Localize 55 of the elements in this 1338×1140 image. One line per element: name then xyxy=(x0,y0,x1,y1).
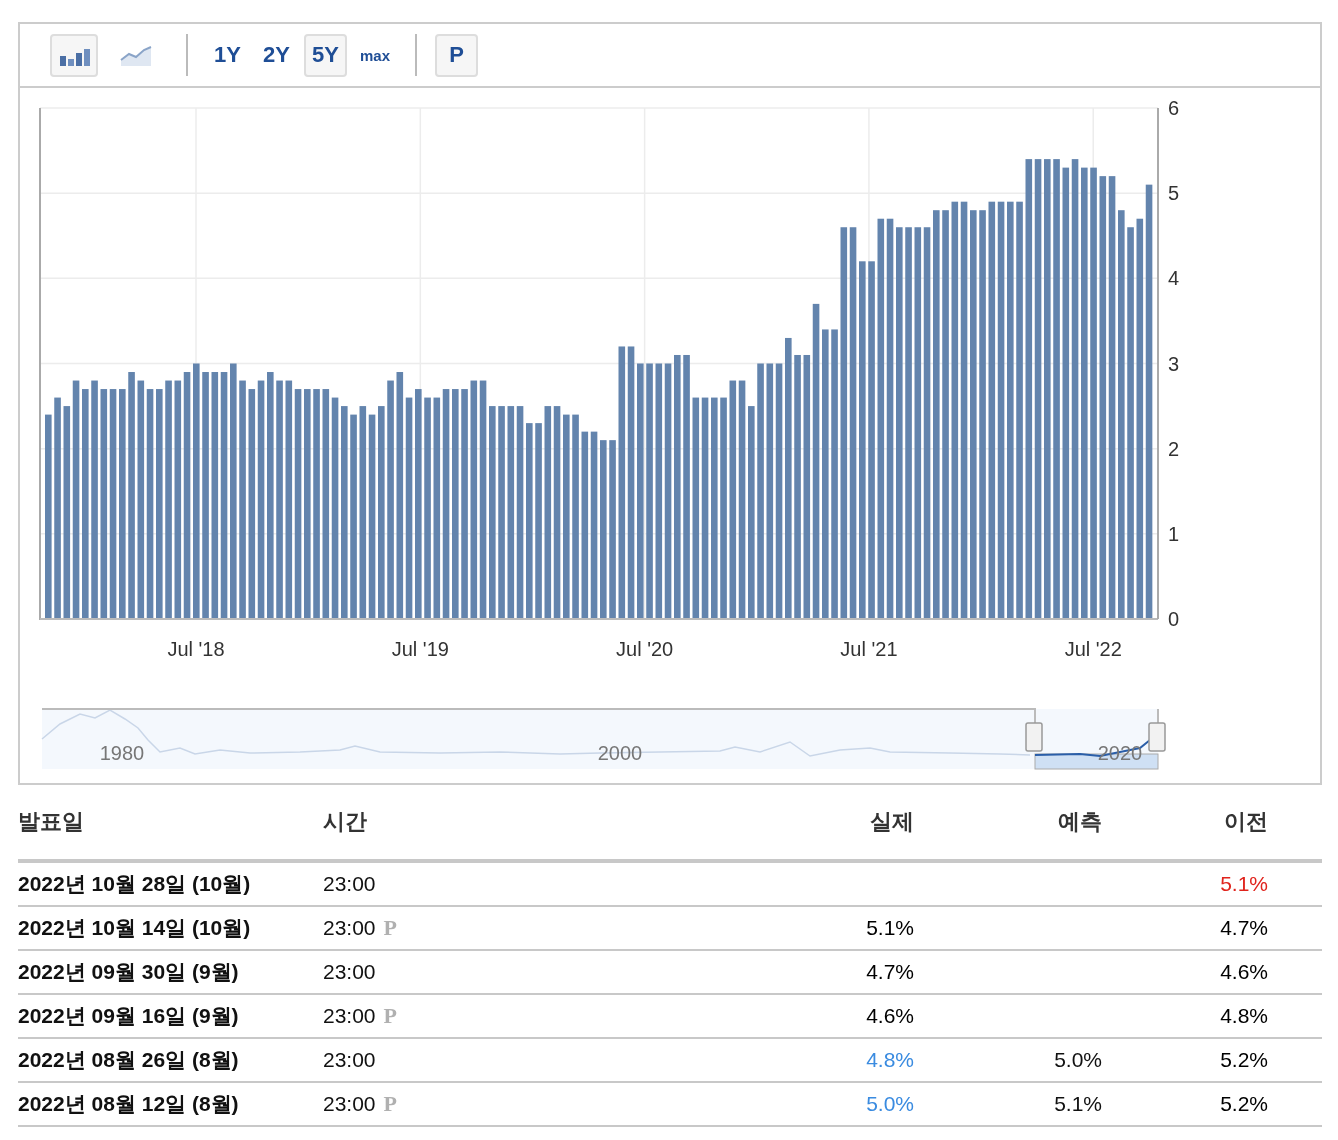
preliminary-mark: P xyxy=(383,915,397,941)
release-time: 23:00 xyxy=(323,960,376,984)
navigator-year-label: 2000 xyxy=(597,742,643,764)
release-time: 23:00 xyxy=(323,1092,376,1116)
release-date: 2022년 08월 12일 (8월) xyxy=(18,1091,240,1117)
preliminary-toggle[interactable]: P xyxy=(435,33,479,77)
actual-value: 4.8% xyxy=(866,1048,914,1072)
column-header: 실제 xyxy=(870,808,914,836)
x-axis-label: Jul '21 xyxy=(840,638,898,660)
range-handle[interactable] xyxy=(1148,722,1166,752)
previous-value: 5.2% xyxy=(1220,1092,1268,1116)
x-axis-label: Jul '18 xyxy=(167,638,225,660)
release-time: 23:00 xyxy=(323,1004,376,1028)
y-axis-label: 3 xyxy=(1168,352,1180,375)
release-date: 2022년 09월 16일 (9월) xyxy=(18,1003,240,1029)
release-date: 2022년 10월 14일 (10월) xyxy=(18,915,252,941)
range-button[interactable]: 5Y xyxy=(304,33,347,77)
previous-value: 5.1% xyxy=(1220,872,1268,896)
bar-chart-button[interactable] xyxy=(50,33,98,77)
release-time: 23:00 xyxy=(323,916,376,940)
preliminary-mark: P xyxy=(383,1091,397,1117)
previous-value: 5.2% xyxy=(1220,1048,1268,1072)
y-axis-label: 5 xyxy=(1168,182,1180,205)
previous-value: 4.8% xyxy=(1220,1004,1268,1028)
range-button[interactable]: max xyxy=(353,33,398,77)
column-header: 예측 xyxy=(1058,808,1102,836)
column-header: 시간 xyxy=(323,808,368,836)
range-button[interactable]: 2Y xyxy=(255,33,298,77)
range-handle[interactable] xyxy=(1025,722,1043,752)
forecast-value: 5.1% xyxy=(1054,1092,1102,1116)
actual-value: 5.0% xyxy=(866,1092,914,1116)
release-time: 23:00 xyxy=(323,872,376,896)
release-time: 23:00 xyxy=(323,1048,376,1072)
forecast-value: 5.0% xyxy=(1054,1048,1102,1072)
column-header: 이전 xyxy=(1224,808,1268,836)
actual-value: 4.6% xyxy=(866,1004,914,1028)
x-axis-label: Jul '20 xyxy=(616,638,674,660)
x-axis-label: Jul '19 xyxy=(391,638,449,660)
release-date: 2022년 08월 26일 (8월) xyxy=(18,1047,240,1073)
y-axis-label: 1 xyxy=(1168,522,1180,545)
release-date: 2022년 10월 28일 (10월) xyxy=(18,871,252,897)
y-axis-label: 4 xyxy=(1168,267,1180,290)
previous-value: 4.7% xyxy=(1220,916,1268,940)
x-axis-label: Jul '22 xyxy=(1064,638,1122,660)
preliminary-mark: P xyxy=(383,1003,397,1029)
actual-value: 4.7% xyxy=(866,960,914,984)
navigator-year-label: 1980 xyxy=(99,742,145,764)
column-header: 발표일 xyxy=(18,808,85,836)
y-axis-label: 0 xyxy=(1168,608,1180,630)
range-button[interactable]: 1Y xyxy=(206,33,249,77)
previous-value: 4.6% xyxy=(1220,960,1268,984)
y-axis-label: 2 xyxy=(1168,437,1180,460)
actual-value: 5.1% xyxy=(866,916,914,940)
release-date: 2022년 09월 30일 (9월) xyxy=(18,959,240,985)
y-axis-label: 6 xyxy=(1168,97,1180,119)
